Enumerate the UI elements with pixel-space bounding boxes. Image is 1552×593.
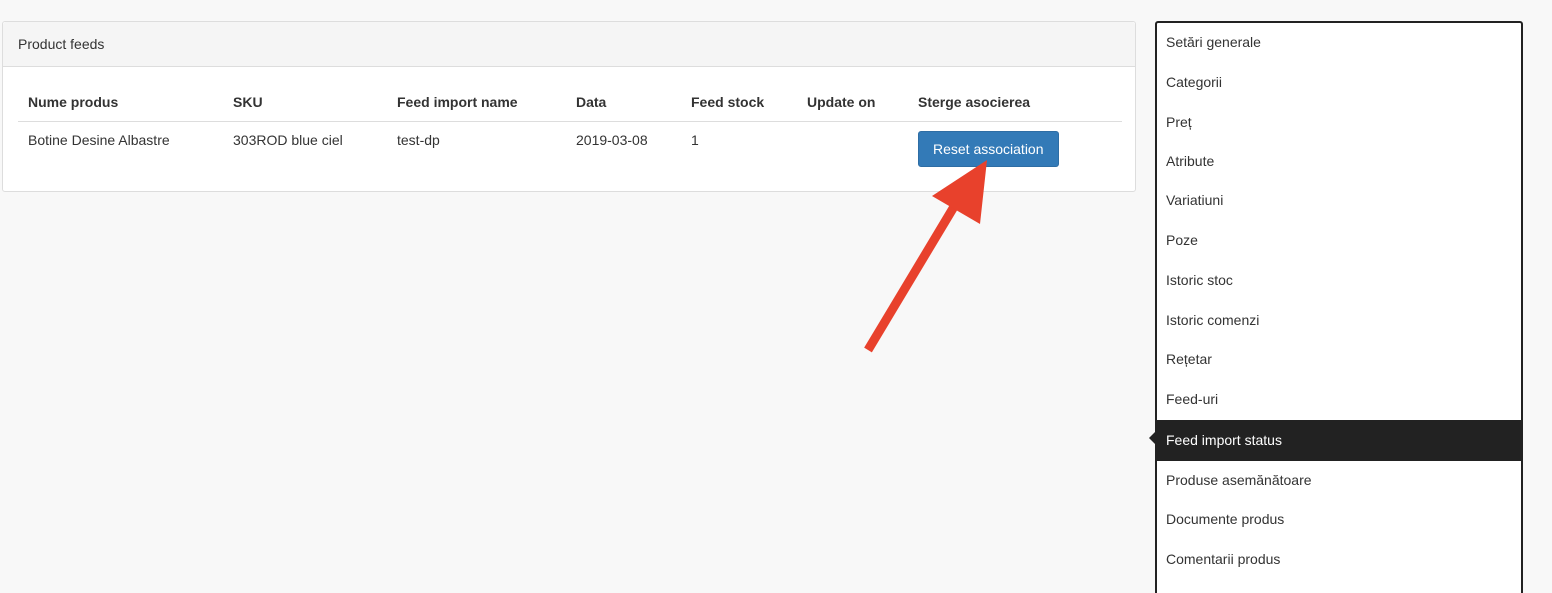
cell-delete-association: Reset association	[908, 121, 1122, 171]
product-feeds-table: Nume produs SKU Feed import name Data Fe…	[18, 83, 1122, 171]
sidebar-item-feed-uri[interactable]: Feed-uri	[1157, 380, 1521, 419]
column-header-sku[interactable]: SKU	[223, 83, 387, 122]
product-sidebar-nav: Setări generale Categorii Preț Atribute …	[1155, 21, 1523, 593]
table-row: Botine Desine Albastre 303ROD blue ciel …	[18, 121, 1122, 171]
column-header-feed-stock[interactable]: Feed stock	[681, 83, 797, 122]
cell-update-on	[797, 121, 908, 171]
column-header-feed-import-name[interactable]: Feed import name	[387, 83, 566, 122]
cell-sku: 303ROD blue ciel	[233, 131, 343, 148]
page: Product feeds Nume produs SKU Feed impor…	[0, 0, 1552, 593]
sidebar-item-istoric-comenzi[interactable]: Istoric comenzi	[1157, 301, 1521, 340]
sidebar-item-istoric-stoc[interactable]: Istoric stoc	[1157, 261, 1521, 300]
panel-title: Product feeds	[3, 22, 1135, 67]
sidebar-item-documente-produs[interactable]: Documente produs	[1157, 500, 1521, 539]
sidebar-item-produse-asemanatoare[interactable]: Produse asemănătoare	[1157, 461, 1521, 500]
column-header-nume-produs[interactable]: Nume produs	[18, 83, 223, 122]
product-feeds-panel: Product feeds Nume produs SKU Feed impor…	[2, 21, 1136, 192]
sidebar-item-poze[interactable]: Poze	[1157, 221, 1521, 260]
cell-data: 2019-03-08	[576, 131, 648, 148]
reset-association-button[interactable]: Reset association	[918, 130, 1059, 167]
cell-product-name: Botine Desine Albastre	[28, 131, 170, 148]
column-header-update-on[interactable]: Update on	[797, 83, 908, 122]
sidebar-item-categorii[interactable]: Categorii	[1157, 63, 1521, 102]
column-header-data[interactable]: Data	[566, 83, 681, 122]
sidebar-item-variatiuni[interactable]: Variatiuni	[1157, 181, 1521, 220]
table-header-row: Nume produs SKU Feed import name Data Fe…	[18, 83, 1122, 122]
sidebar-item-feed-import-status[interactable]: Feed import status	[1157, 420, 1521, 461]
sidebar-item-retetar[interactable]: Rețetar	[1157, 340, 1521, 379]
column-header-sterge-asocierea[interactable]: Sterge asocierea	[908, 83, 1122, 122]
sidebar-item-pret[interactable]: Preț	[1157, 103, 1521, 142]
cell-feed-import-name: test-dp	[397, 131, 440, 148]
cell-feed-stock: 1	[691, 131, 699, 148]
sidebar-item-setari-generale[interactable]: Setări generale	[1157, 23, 1521, 62]
sidebar-item-comentarii-produs[interactable]: Comentarii produs	[1157, 540, 1521, 579]
sidebar-item-atribute[interactable]: Atribute	[1157, 142, 1521, 181]
